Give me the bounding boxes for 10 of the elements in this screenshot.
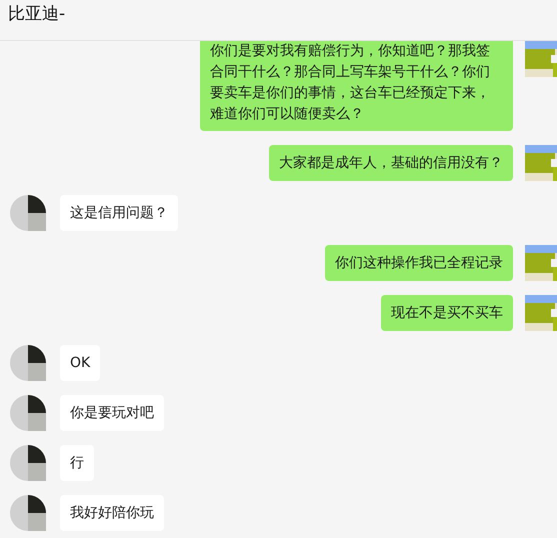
chat-title: 比亚迪- <box>8 3 66 26</box>
received-message-bubble: 这是信用问题？ <box>60 195 178 231</box>
received-message-bubble: 我好好陪你玩 <box>60 495 164 531</box>
received-message-bubble: 你是要玩对吧 <box>60 395 164 431</box>
sent-message-bubble: 你们这种操作我已全程记录 <box>325 245 513 281</box>
sent-message-bubble: 现在不是买不买车 <box>381 295 513 331</box>
sent-message-bubble: 你们是要对我有赔偿行为，你知道吧？那我签合同干什么？那合同上写车架号干什么？你们要卖车是你们的事情，这台车已经预定下来，难道你们可以随便卖么？ <box>200 41 513 131</box>
received-message-bubble: OK <box>60 345 100 381</box>
sent-message-bubble: 大家都是成年人，基础的信用没有？ <box>269 145 513 181</box>
received-message-bubble: 行 <box>60 445 94 481</box>
